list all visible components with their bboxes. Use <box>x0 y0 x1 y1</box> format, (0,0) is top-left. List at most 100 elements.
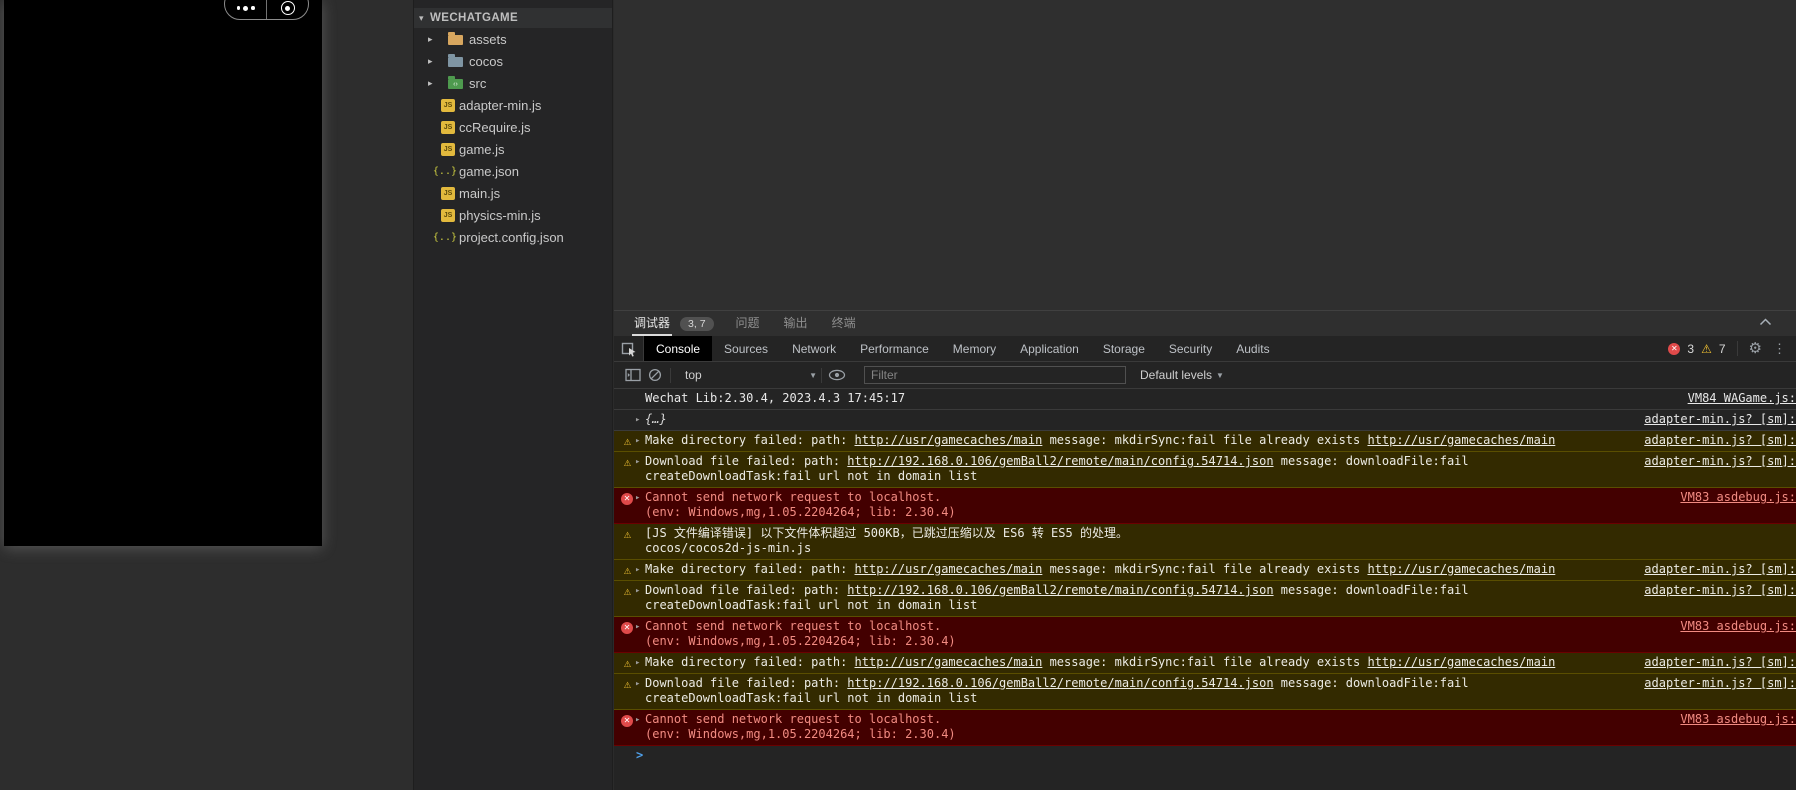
expand-arrow-icon[interactable]: ▸ <box>635 656 640 671</box>
devtools-tab-network[interactable]: Network <box>780 336 848 361</box>
devtools-tab-security[interactable]: Security <box>1157 336 1224 361</box>
devtools-tab-audits[interactable]: Audits <box>1224 336 1281 361</box>
tab-problems[interactable]: 问题 <box>734 311 762 336</box>
devtools-tab-sources[interactable]: Sources <box>712 336 780 361</box>
console-sidebar-toggle-icon[interactable] <box>622 365 644 385</box>
source-link[interactable]: adapter-min.js? [sm]: <box>1644 454 1796 469</box>
inspect-element-icon[interactable] <box>614 336 644 361</box>
source-link[interactable]: adapter-min.js? [sm]: <box>1644 583 1796 598</box>
url-link[interactable]: http://192.168.0.106/gemBall2/remote/mai… <box>847 454 1273 468</box>
source-link[interactable]: adapter-min.js? [sm]: <box>1644 676 1796 691</box>
url-link[interactable]: http://usr/gamecaches/main <box>1367 433 1555 447</box>
tree-item-physics-min-js[interactable]: JS physics-min.js <box>414 204 612 226</box>
source-link[interactable]: VM83 asdebug.js: <box>1680 490 1796 505</box>
devtools-tab-bar: Console Sources Network Performance Memo… <box>614 336 1796 362</box>
simulator-area <box>0 0 413 790</box>
expand-arrow-icon[interactable]: ▸ <box>635 491 640 506</box>
log-levels-dropdown[interactable]: Default levels ▼ <box>1140 368 1224 382</box>
error-icon: ✕ <box>621 491 634 505</box>
console-log: Wechat Lib:2.30.4, 2023.4.3 17:45:17 VM8… <box>614 389 1796 767</box>
expand-arrow-icon[interactable]: ▸ <box>635 620 640 635</box>
message-text: Cannot send network request to localhost… <box>645 490 942 504</box>
capsule-exit-button[interactable] <box>267 0 308 19</box>
console-message-warning: ⚠ ▸ Make directory failed: path: http://… <box>614 560 1796 581</box>
filter-input[interactable] <box>864 366 1126 384</box>
editor-empty-area <box>614 0 1796 310</box>
tree-item-label: game.js <box>459 141 505 157</box>
error-count: 3 <box>1687 341 1695 356</box>
message-text: Cannot send network request to localhost… <box>645 619 942 633</box>
tab-terminal[interactable]: 终端 <box>830 311 858 336</box>
source-link[interactable]: VM84 WAGame.js: <box>1688 391 1796 406</box>
clear-console-icon[interactable] <box>644 365 666 385</box>
expand-arrow-icon[interactable]: ▸ <box>635 713 640 728</box>
url-link[interactable]: http://usr/gamecaches/main <box>855 562 1043 576</box>
tree-item-game-json[interactable]: {..} game.json <box>414 160 612 182</box>
message-text: Make directory failed: path: http://usr/… <box>645 655 1556 669</box>
exit-circle-icon <box>280 1 295 15</box>
log-levels-value: Default levels <box>1140 368 1213 382</box>
divider <box>821 367 822 383</box>
tree-item-main-js[interactable]: JS main.js <box>414 182 612 204</box>
expand-arrow-icon[interactable]: ▸ <box>635 563 640 578</box>
source-link[interactable]: adapter-min.js? [sm]: <box>1644 433 1796 448</box>
console-prompt-row[interactable]: > <box>614 746 1796 767</box>
url-link[interactable]: http://usr/gamecaches/main <box>1367 562 1555 576</box>
capsule-more-button[interactable] <box>225 0 266 19</box>
object-preview[interactable]: {…} <box>645 412 667 426</box>
live-expression-eye-icon[interactable] <box>826 365 848 385</box>
devtools-tab-memory[interactable]: Memory <box>941 336 1008 361</box>
tree-item-label: src <box>469 75 487 91</box>
expand-arrow-icon[interactable]: ▸ <box>635 413 640 428</box>
tree-item-label: game.json <box>459 163 519 179</box>
expand-arrow-icon[interactable]: ▸ <box>635 455 640 470</box>
tree-item-game-js[interactable]: JS game.js <box>414 138 612 160</box>
url-link[interactable]: http://usr/gamecaches/main <box>855 433 1043 447</box>
expand-arrow-icon[interactable]: ▸ <box>635 677 640 692</box>
game-preview-screen <box>4 0 322 546</box>
source-link[interactable]: VM83 asdebug.js: <box>1680 619 1796 634</box>
tree-item-assets[interactable]: ▸ assets <box>414 28 612 50</box>
tree-item-project-config-json[interactable]: {..} project.config.json <box>414 226 612 248</box>
source-link[interactable]: adapter-min.js? [sm]: <box>1644 655 1796 670</box>
gear-icon[interactable]: ⚙ <box>1749 341 1762 356</box>
console-message-warning: ⚠ ▸ Download file failed: path: http://1… <box>614 674 1796 710</box>
url-link[interactable]: http://192.168.0.106/gemBall2/remote/mai… <box>847 676 1273 690</box>
console-message-error: ✕ ▸ Cannot send network request to local… <box>614 617 1796 653</box>
expand-arrow-icon[interactable]: ▸ <box>635 584 640 599</box>
js-file-icon: JS <box>441 208 455 222</box>
tree-item-adapter-min-js[interactable]: JS adapter-min.js <box>414 94 612 116</box>
url-link[interactable]: http://usr/gamecaches/main <box>855 655 1043 669</box>
warning-icon: ⚠ <box>623 656 632 670</box>
kebab-menu-icon[interactable]: ⋮ <box>1773 341 1786 357</box>
js-file-icon: JS <box>441 142 455 156</box>
tree-item-ccrequire-js[interactable]: JS ccRequire.js <box>414 116 612 138</box>
context-selector[interactable]: top ▼ <box>685 368 817 382</box>
devtools-tab-console[interactable]: Console <box>644 336 713 361</box>
js-file-icon: JS <box>441 120 455 134</box>
devtools-tab-performance[interactable]: Performance <box>848 336 941 361</box>
source-link[interactable]: VM83 asdebug.js: <box>1680 712 1796 727</box>
devtools-tab-storage[interactable]: Storage <box>1091 336 1157 361</box>
collapse-panel-icon[interactable] <box>1759 318 1772 326</box>
message-text: [JS 文件编译错误] 以下文件体积超过 500KB，已跳过压缩以及 ES6 转… <box>645 526 1128 540</box>
tab-debugger[interactable]: 调试器 <box>632 311 673 336</box>
divider <box>670 367 671 383</box>
tab-output[interactable]: 输出 <box>782 311 810 336</box>
console-message-object: ▸ {…} adapter-min.js? [sm]: <box>614 410 1796 431</box>
url-link[interactable]: http://usr/gamecaches/main <box>1367 655 1555 669</box>
devtools-panel: Console Sources Network Performance Memo… <box>614 336 1796 790</box>
source-link[interactable]: adapter-min.js? [sm]: <box>1644 562 1796 577</box>
tree-item-label: project.config.json <box>459 229 564 245</box>
url-link[interactable]: http://192.168.0.106/gemBall2/remote/mai… <box>847 583 1273 597</box>
source-link[interactable]: adapter-min.js? [sm]: <box>1644 412 1796 427</box>
expand-arrow-icon[interactable]: ▸ <box>635 434 640 449</box>
warning-count-icon: ⚠ <box>1701 341 1712 356</box>
devtools-tab-application[interactable]: Application <box>1008 336 1091 361</box>
tree-item-cocos[interactable]: ▸ cocos <box>414 50 612 72</box>
tree-item-label: physics-min.js <box>459 207 541 223</box>
warning-icon: ⚠ <box>623 434 632 448</box>
panel-tab-bar: 调试器 3, 7 问题 输出 终端 <box>614 310 1796 336</box>
tree-item-src[interactable]: ▸ ‹› src <box>414 72 612 94</box>
explorer-root-row[interactable]: ▾ WECHATGAME <box>414 8 612 28</box>
